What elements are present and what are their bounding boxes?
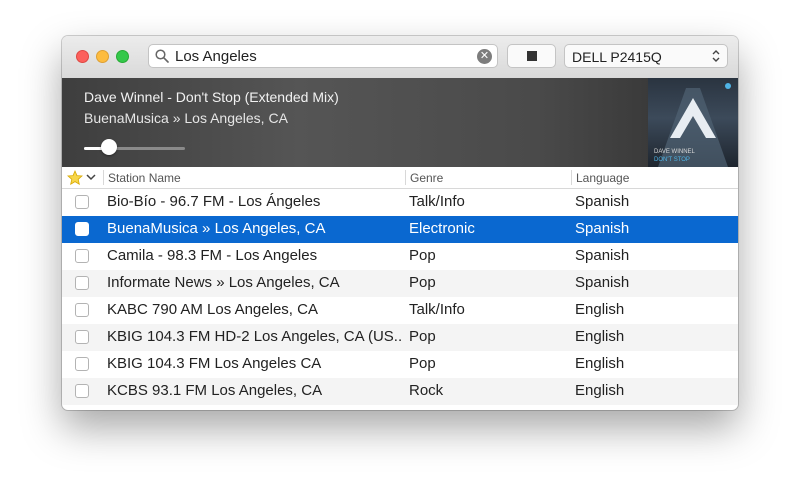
favorite-checkbox[interactable] — [75, 195, 89, 209]
favorite-checkbox[interactable] — [75, 249, 89, 263]
station-list: Bio-Bío - 96.7 FM - Los Ángeles Talk/Info… — [62, 189, 738, 410]
output-device-value: DELL P2415Q — [572, 49, 662, 65]
favorite-checkbox[interactable] — [75, 357, 89, 371]
table-header: Station Name Genre Language — [62, 167, 738, 189]
station-name-cell: KCBS 93.1 FM Los Angeles, CA — [107, 382, 323, 399]
table-row[interactable]: KCBS 93.1 FM Los Angeles, CA Rock English — [62, 378, 738, 405]
language-cell: Spanish — [575, 247, 630, 264]
genre-cell: Talk/Info — [409, 301, 465, 318]
album-artist: DAVE WINNEL — [654, 149, 695, 155]
table-row[interactable]: BuenaMusica » Los Angeles, CA Electronic S… — [62, 216, 738, 243]
table-row[interactable]: KABC 790 AM Los Angeles, CA Talk/Info Engl… — [62, 297, 738, 324]
genre-cell: Rock — [409, 382, 444, 399]
station-name-cell: Informate News » Los Angeles, CA — [107, 274, 340, 291]
station-name-cell: Bio-Bío - 96.7 FM - Los Ángeles — [107, 193, 321, 210]
language-cell: Spanish — [575, 193, 630, 210]
now-playing-station: BuenaMusica » Los Angeles, CA — [84, 110, 288, 126]
minimize-window-button[interactable] — [96, 50, 109, 63]
chevron-down-icon[interactable] — [86, 174, 96, 181]
favorite-checkbox[interactable] — [75, 330, 89, 344]
column-separator[interactable] — [405, 170, 406, 185]
genre-cell: Pop — [409, 355, 436, 372]
close-window-button[interactable] — [76, 50, 89, 63]
station-name-cell: KBIG 104.3 FM Los Angeles CA — [107, 355, 322, 372]
toolbar: Los Angeles ✕ DELL P2415Q — [62, 36, 738, 79]
station-name-cell: KABC 790 AM Los Angeles, CA — [107, 301, 318, 318]
volume-slider[interactable] — [84, 147, 185, 150]
app-window: Los Angeles ✕ DELL P2415Q Dave Winnel - … — [62, 36, 738, 410]
output-device-select[interactable]: DELL P2415Q — [564, 44, 728, 68]
genre-cell: Pop — [409, 247, 436, 264]
updown-chevron-icon — [712, 50, 720, 62]
album-track: DON'T STOP — [654, 157, 690, 163]
language-cell: Spanish — [575, 274, 630, 291]
favorite-checkbox[interactable] — [75, 303, 89, 317]
column-header-genre[interactable]: Genre — [410, 171, 443, 185]
search-input[interactable]: Los Angeles ✕ — [148, 44, 498, 68]
album-art: DAVE WINNEL DON'T STOP — [648, 78, 738, 167]
volume-knob[interactable] — [101, 139, 118, 155]
star-icon[interactable] — [67, 170, 83, 185]
language-cell: English — [575, 355, 625, 372]
table-row[interactable]: KBIG 104.3 FM Los Angeles CA Pop English — [62, 351, 738, 378]
language-cell: English — [575, 382, 625, 399]
now-playing-panel: Dave Winnel - Don't Stop (Extended Mix) … — [62, 78, 738, 167]
x-circle-icon[interactable]: ✕ — [477, 49, 492, 64]
search-value: Los Angeles — [175, 48, 257, 65]
favorite-checkbox[interactable] — [75, 222, 89, 236]
table-row[interactable]: Bio-Bío - 96.7 FM - Los Ángeles Talk/Info… — [62, 189, 738, 216]
favorite-checkbox[interactable] — [75, 384, 89, 398]
language-cell: English — [575, 409, 725, 410]
station-name-cell: Camila - 98.3 FM - Los Angeles — [107, 247, 318, 264]
favorite-checkbox[interactable] — [75, 276, 89, 290]
station-name-cell: KBIG 104.3 FM HD-2 Los Angeles, CA (US..… — [107, 328, 402, 345]
genre-cell: Talk/Info — [409, 193, 465, 210]
genre-cell: Pop — [409, 328, 436, 345]
genre-cell: Pop — [409, 274, 436, 291]
zoom-window-button[interactable] — [116, 50, 129, 63]
table-row[interactable]: KBIG 104.3 FM HD-2 Los Angeles, CA (US..… — [62, 324, 738, 351]
search-icon — [155, 49, 169, 63]
language-cell: Spanish — [575, 220, 630, 237]
language-cell: English — [575, 301, 625, 318]
stop-icon — [527, 51, 537, 61]
now-playing-title: Dave Winnel - Don't Stop (Extended Mix) — [84, 89, 339, 105]
column-separator[interactable] — [103, 170, 104, 185]
genre-cell: Electronic — [409, 220, 475, 237]
table-row[interactable]: Camila - 98.3 FM - Los Angeles Pop Spanish — [62, 243, 738, 270]
table-row[interactable]: Informate News » Los Angeles, CA Pop Spani… — [62, 270, 738, 297]
table-row[interactable]: KCBS 93.1 HD2 Los Angeles, CA Talk/Info En… — [62, 405, 738, 410]
column-header-station-name[interactable]: Station Name — [108, 171, 181, 185]
station-name-cell: BuenaMusica » Los Angeles, CA — [107, 220, 326, 237]
column-separator[interactable] — [571, 170, 572, 185]
stop-button[interactable] — [507, 44, 556, 68]
language-cell: English — [575, 328, 625, 345]
column-header-language[interactable]: Language — [576, 171, 629, 185]
station-name-cell: KCBS 93.1 HD2 Los Angeles, CA — [107, 409, 402, 410]
genre-cell: Talk/Info — [409, 409, 569, 410]
